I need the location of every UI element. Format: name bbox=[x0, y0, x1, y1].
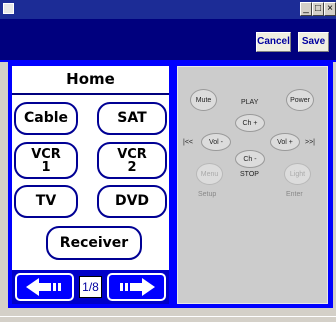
light-button[interactable]: Light bbox=[284, 163, 311, 185]
toolbar: Cancel Save bbox=[0, 19, 336, 62]
device-button-sat[interactable]: SAT bbox=[97, 102, 167, 135]
device-label: Cable bbox=[23, 110, 69, 126]
remote-preview-panel: Mute Power PLAY Ch + |<< Vol - Vol + >>|… bbox=[177, 66, 328, 304]
minimize-button[interactable]: _ bbox=[300, 2, 312, 16]
power-button[interactable]: Power bbox=[286, 89, 314, 111]
device-button-vcr-2[interactable]: VCR 2 bbox=[97, 142, 167, 179]
device-button-tv[interactable]: TV bbox=[14, 185, 78, 218]
next-track-label[interactable]: >>| bbox=[305, 139, 315, 146]
status-bar bbox=[0, 316, 336, 322]
device-label: DVD bbox=[114, 193, 150, 209]
volume-down-button[interactable]: Vol - bbox=[201, 133, 231, 151]
arrow-right-icon bbox=[120, 278, 155, 296]
maximize-button[interactable]: □ bbox=[312, 2, 324, 16]
channel-up-button[interactable]: Ch + bbox=[235, 114, 265, 132]
device-label: TV bbox=[35, 193, 57, 209]
device-label: Receiver bbox=[59, 234, 129, 251]
page-indicator: 1/8 bbox=[79, 276, 102, 298]
close-button[interactable]: × bbox=[324, 2, 336, 16]
device-label: VCR 2 bbox=[117, 146, 147, 175]
arrow-left-icon bbox=[26, 278, 61, 296]
prev-page-button[interactable] bbox=[15, 273, 74, 301]
device-button-dvd[interactable]: DVD bbox=[97, 185, 167, 218]
setup-label: Setup bbox=[198, 191, 217, 198]
window-controls: _ □ × bbox=[300, 2, 336, 16]
mute-button[interactable]: Mute bbox=[190, 89, 217, 111]
save-button[interactable]: Save bbox=[298, 32, 329, 52]
device-list-title: Home bbox=[12, 66, 169, 95]
app-icon bbox=[3, 3, 14, 14]
previous-track-label[interactable]: |<< bbox=[183, 139, 193, 146]
cancel-button[interactable]: Cancel bbox=[256, 32, 291, 52]
next-page-button[interactable] bbox=[107, 273, 166, 301]
stop-label[interactable]: STOP bbox=[240, 171, 259, 178]
play-label[interactable]: PLAY bbox=[241, 99, 258, 106]
device-list-panel: Home Cable SAT VCR 1 VCR 2 TV DVD Receiv… bbox=[12, 66, 169, 304]
device-button-receiver[interactable]: Receiver bbox=[46, 226, 142, 260]
device-button-vcr-1[interactable]: VCR 1 bbox=[14, 142, 78, 179]
device-label: VCR 1 bbox=[31, 146, 61, 175]
channel-down-button[interactable]: Ch - bbox=[235, 150, 265, 168]
volume-up-button[interactable]: Vol + bbox=[270, 133, 300, 151]
enter-label: Enter bbox=[286, 191, 303, 198]
title-bar: _ □ × bbox=[0, 0, 336, 19]
menu-button[interactable]: Menu bbox=[196, 163, 223, 185]
page-navigation: 1/8 bbox=[12, 270, 169, 304]
device-label: SAT bbox=[117, 110, 147, 126]
device-button-cable[interactable]: Cable bbox=[14, 102, 78, 135]
